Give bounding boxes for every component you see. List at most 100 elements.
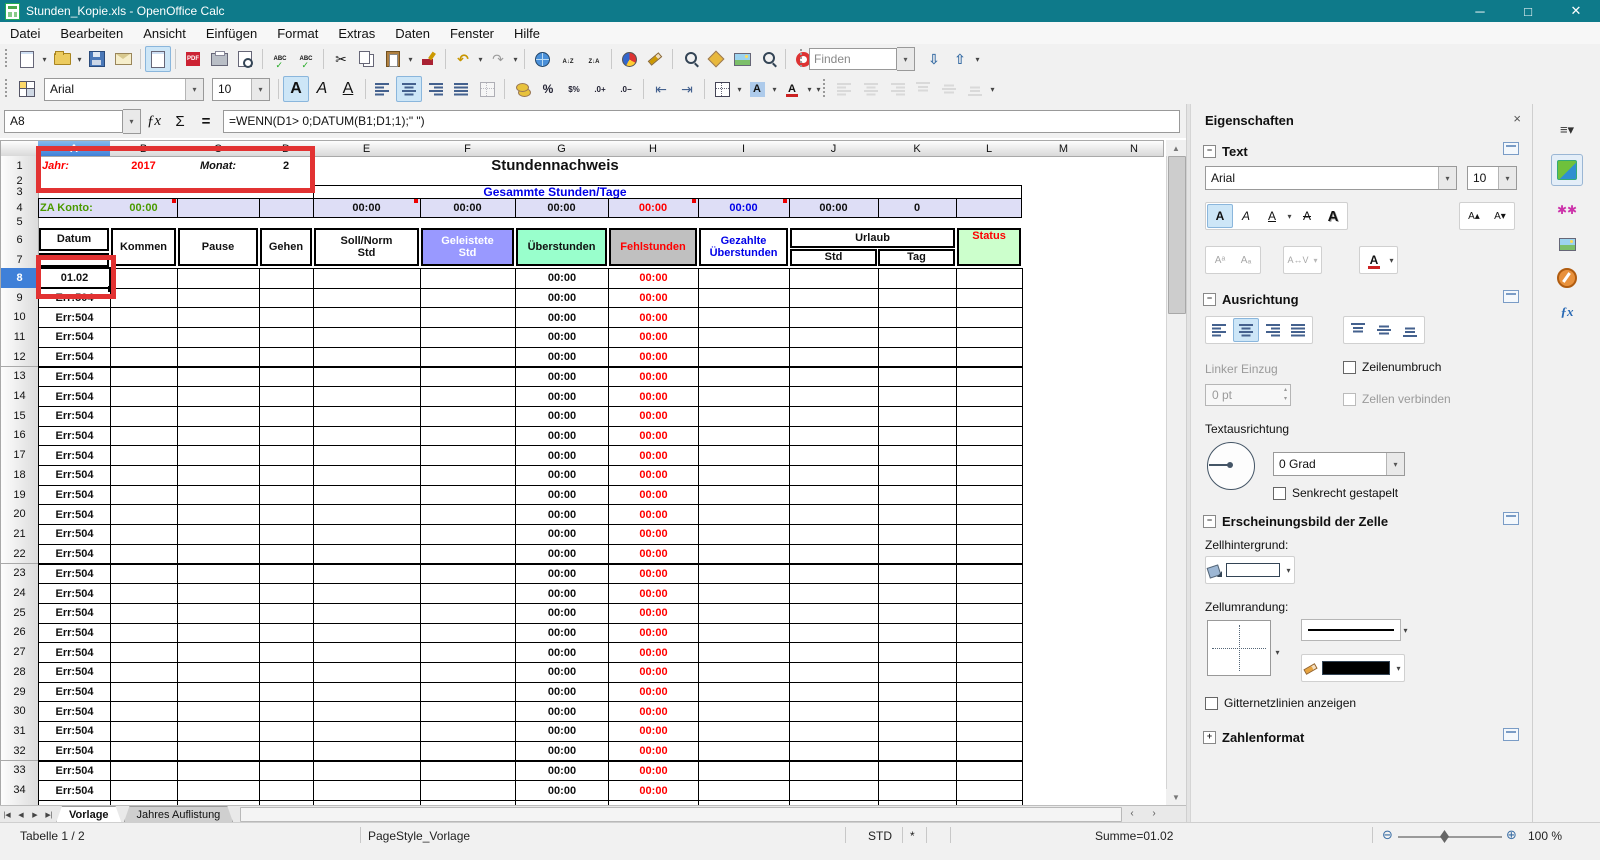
pdf-export-icon[interactable] (180, 46, 206, 72)
collapse-icon[interactable]: − (1203, 515, 1216, 528)
stacked-checkbox[interactable]: Senkrecht gestapelt (1273, 486, 1398, 500)
character-spacing-dropdown[interactable]: ▾ (1311, 248, 1320, 272)
cell-H12[interactable]: 00:00 (608, 346, 699, 368)
cell-K23[interactable] (878, 563, 957, 585)
cell-D9[interactable] (259, 287, 314, 309)
cell-L24[interactable] (956, 583, 1023, 604)
cell-A22[interactable]: Err:504 (38, 543, 111, 565)
cell-L21[interactable] (956, 524, 1023, 545)
cell-L9[interactable] (956, 287, 1023, 309)
menu-ansicht[interactable]: Ansicht (133, 24, 196, 43)
cell-H18[interactable]: 00:00 (608, 465, 699, 486)
cell-B25[interactable] (110, 602, 178, 624)
cell-I23[interactable] (698, 563, 790, 585)
cell-H23[interactable]: 00:00 (608, 563, 699, 585)
cell-J34[interactable] (789, 780, 879, 801)
header-datum[interactable]: Datum (39, 228, 109, 251)
cell-E12[interactable] (313, 346, 421, 368)
horizontal-scrollbar-thumb[interactable] (240, 807, 1122, 822)
cell-K31[interactable] (878, 721, 957, 742)
cell-J9[interactable] (789, 287, 879, 309)
cell-J16[interactable] (789, 425, 879, 447)
cell-A27[interactable]: Err:504 (38, 642, 111, 663)
find-toolbar-overflow[interactable]: ▾ (973, 47, 982, 71)
cell-G10[interactable]: 00:00 (515, 307, 609, 329)
redo-icon[interactable]: ↷ (485, 46, 511, 72)
cell-H8[interactable]: 00:00 (608, 268, 699, 289)
sidebar-tab-styles[interactable]: ✱✱ (1551, 194, 1583, 226)
cell-H25[interactable]: 00:00 (608, 602, 699, 624)
sidebar-align-right-icon[interactable] (1259, 318, 1285, 342)
cell-C34[interactable] (177, 780, 260, 801)
col-header-L[interactable]: L (956, 140, 1023, 157)
cell-I29[interactable] (698, 681, 790, 703)
cell-B16[interactable] (110, 425, 178, 447)
cell-D27[interactable] (259, 642, 314, 663)
cell-A30[interactable]: Err:504 (38, 701, 111, 723)
cell-J24[interactable] (789, 583, 879, 604)
cell-F9[interactable]: 00:00 (420, 287, 516, 309)
checkbox-icon[interactable] (1273, 486, 1286, 500)
menu-einfuegen[interactable]: Einfügen (196, 24, 267, 43)
cell-F4[interactable]: 00:00 (420, 198, 515, 217)
cell-J25[interactable] (789, 602, 879, 624)
cell-F17[interactable]: 00:00 (420, 445, 516, 466)
cell-C18[interactable] (177, 465, 260, 486)
cell-L20[interactable] (956, 504, 1023, 526)
cell-E20[interactable] (313, 504, 421, 526)
header-urlaub[interactable]: Urlaub (790, 228, 955, 248)
menu-format[interactable]: Format (267, 24, 328, 43)
cell-G25[interactable]: 00:00 (515, 602, 609, 624)
row-header-30[interactable]: 30 (0, 701, 39, 723)
font-name-combo[interactable]: Arial ▾ (44, 77, 204, 101)
cell-K9[interactable] (878, 287, 957, 309)
cell-B19[interactable] (110, 484, 178, 506)
cell-F25[interactable]: 00:00 (420, 602, 516, 624)
print-icon[interactable] (206, 46, 232, 72)
menu-fenster[interactable]: Fenster (440, 24, 504, 43)
cell-D16[interactable] (259, 425, 314, 447)
cell-B8[interactable] (110, 268, 178, 289)
undo-icon[interactable]: ↶ (450, 46, 476, 72)
cell-E31[interactable] (313, 721, 421, 742)
cell-J32[interactable] (789, 740, 879, 762)
cell-B22[interactable] (110, 543, 178, 565)
cell-A21[interactable]: Err:504 (38, 524, 111, 545)
cell-G21[interactable]: 00:00 (515, 524, 609, 545)
cell-D22[interactable] (259, 543, 314, 565)
cell-I24[interactable] (698, 583, 790, 604)
cell-H31[interactable]: 00:00 (608, 721, 699, 742)
cell-I17[interactable] (698, 445, 790, 466)
sidebar-italic-icon[interactable]: A (1233, 204, 1259, 228)
cell-A25[interactable]: Err:504 (38, 602, 111, 624)
increase-indent-icon[interactable]: ⇥ (674, 76, 700, 102)
header-fehlstunden[interactable]: Fehlstunden (609, 228, 697, 266)
hyperlink-icon[interactable] (529, 46, 555, 72)
cell-C31[interactable] (177, 721, 260, 742)
cell-A14[interactable]: Err:504 (38, 386, 111, 407)
col-header-I[interactable]: I (698, 140, 790, 157)
line-style-picker[interactable]: ▾ (1301, 618, 1410, 642)
cell-J31[interactable] (789, 721, 879, 742)
cell-E32[interactable] (313, 740, 421, 762)
cell-E16[interactable] (313, 425, 421, 447)
cell-A28[interactable]: Err:504 (38, 662, 111, 683)
cell-E22[interactable] (313, 543, 421, 565)
cell-K33[interactable] (878, 760, 957, 782)
cell-G24[interactable]: 00:00 (515, 583, 609, 604)
cell-C10[interactable] (177, 307, 260, 329)
row-header-10[interactable]: 10 (0, 307, 39, 329)
cell-A12[interactable]: Err:504 (38, 346, 111, 368)
cell-L27[interactable] (956, 642, 1023, 663)
menu-extras[interactable]: Extras (328, 24, 385, 43)
section-numberformat-header[interactable]: + Zahlenformat (1203, 730, 1304, 745)
cell-E29[interactable] (313, 681, 421, 703)
cell-K32[interactable] (878, 740, 957, 762)
save-icon[interactable] (84, 46, 110, 72)
header-ueberstunden[interactable]: Überstunden (516, 228, 607, 266)
row-header-18[interactable]: 18 (0, 465, 39, 486)
find-previous-icon[interactable]: ⇧ (947, 46, 973, 72)
cell-C13[interactable] (177, 366, 260, 388)
select-all-corner[interactable] (0, 140, 39, 157)
cell-F14[interactable]: 00:00 (420, 386, 516, 407)
